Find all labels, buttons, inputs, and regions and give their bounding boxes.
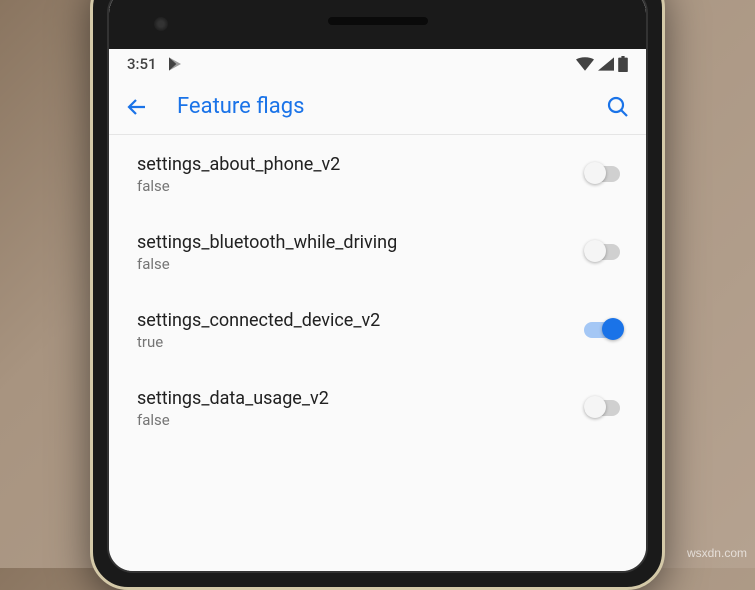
setting-row-data-usage[interactable]: settings_data_usage_v2 false <box>109 369 646 447</box>
setting-title: settings_data_usage_v2 <box>137 388 584 409</box>
setting-row-about-phone[interactable]: settings_about_phone_v2 false <box>109 135 646 213</box>
page-title: Feature flags <box>177 94 606 119</box>
setting-value: false <box>137 177 584 195</box>
play-icon <box>167 56 183 72</box>
settings-list: settings_about_phone_v2 false settings_b… <box>109 135 646 447</box>
signal-icon <box>598 57 614 71</box>
status-time: 3:51 <box>127 55 157 73</box>
status-bar: 3:51 <box>109 49 646 79</box>
toggle-about-phone[interactable] <box>584 162 624 186</box>
back-button[interactable] <box>125 95 149 119</box>
setting-title: settings_about_phone_v2 <box>137 154 584 175</box>
toggle-connected-device[interactable] <box>584 318 624 342</box>
search-button[interactable] <box>606 95 630 119</box>
wifi-icon <box>576 57 594 71</box>
phone-bezel <box>109 0 646 49</box>
setting-title: settings_bluetooth_while_driving <box>137 232 584 253</box>
app-bar: Feature flags <box>109 79 646 135</box>
phone-frame: 3:51 <box>90 0 665 590</box>
battery-icon <box>618 56 628 72</box>
setting-row-connected-device[interactable]: settings_connected_device_v2 true <box>109 291 646 369</box>
setting-value: false <box>137 411 584 429</box>
speaker-slot <box>328 17 428 25</box>
camera-dot <box>154 17 168 31</box>
setting-value: false <box>137 255 584 273</box>
setting-row-bluetooth-driving[interactable]: settings_bluetooth_while_driving false <box>109 213 646 291</box>
setting-value: true <box>137 333 584 351</box>
phone-inner: 3:51 <box>107 0 648 573</box>
setting-title: settings_connected_device_v2 <box>137 310 584 331</box>
phone-screen: 3:51 <box>109 49 646 571</box>
toggle-bluetooth-driving[interactable] <box>584 240 624 264</box>
toggle-data-usage[interactable] <box>584 396 624 420</box>
watermark: wsxdn.com <box>687 546 747 560</box>
